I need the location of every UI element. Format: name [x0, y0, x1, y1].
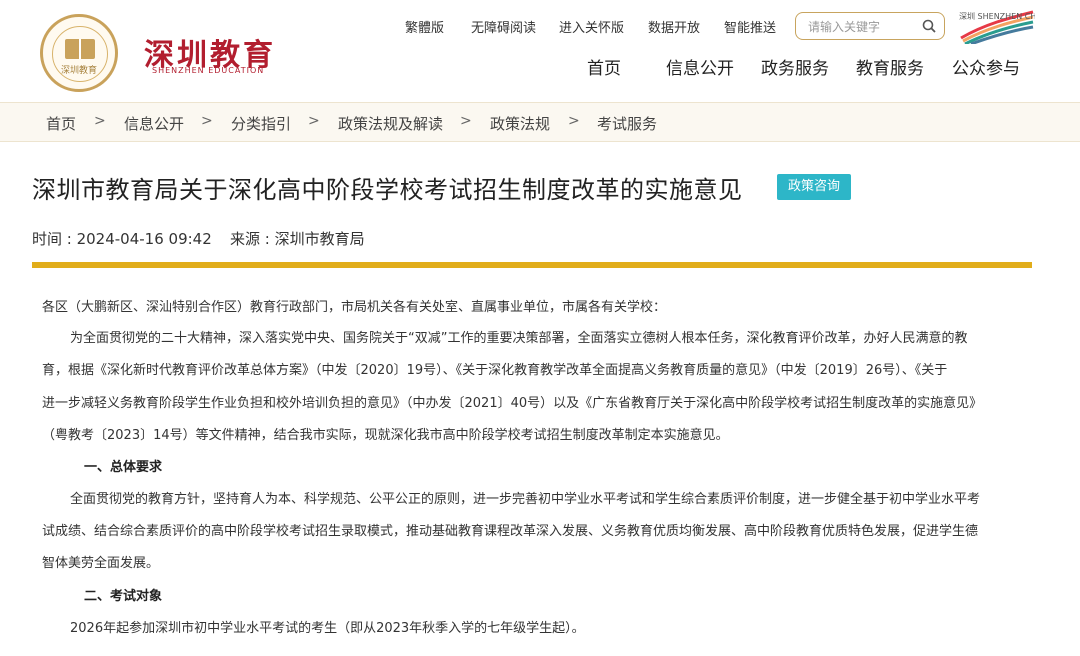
book-icon — [65, 39, 95, 59]
crumb-separator: > — [308, 113, 320, 129]
link-accessible[interactable]: 无障碍阅读 — [471, 17, 536, 36]
article-title: 深圳市教育局关于深化高中阶段学校考试招生制度改革的实施意见 — [32, 176, 743, 204]
crumb-home[interactable]: 首页 — [46, 113, 76, 134]
nav-gov-service[interactable]: 政务服务 — [761, 54, 829, 79]
crumb-policy-interpretation[interactable]: 政策法规及解读 — [338, 113, 443, 134]
emblem-text: 深圳教育 — [60, 66, 97, 76]
publish-time: 时间 : 2024-04-16 09:42 — [32, 230, 212, 248]
article-line: 进一步减轻义务教育阶段学生作业负担和校外培训负担的意见》（中办发〔2021〕40… — [42, 396, 983, 411]
logo-subtitle: SHENZHEN EDUCATION — [152, 66, 265, 75]
site-header: 深圳教育 深圳教育 SHENZHEN EDUCATION 繁體版 无障碍阅读 进… — [0, 0, 1080, 102]
logo-emblem[interactable]: 深圳教育 — [40, 14, 118, 92]
shenzhen-brand-logo[interactable]: 深圳 SHENZHEN CHINA — [957, 10, 1035, 44]
search-icon[interactable] — [922, 19, 936, 33]
section-heading: 一、总体要求 — [84, 460, 163, 475]
nav-info-public[interactable]: 信息公开 — [666, 54, 734, 79]
crumb-separator: > — [201, 113, 213, 129]
search-input[interactable] — [806, 17, 915, 37]
section-heading: 二、考试对象 — [84, 589, 163, 604]
title-divider — [32, 262, 1032, 268]
crumb-separator: > — [460, 113, 472, 129]
link-open-data[interactable]: 数据开放 — [648, 17, 700, 36]
article-line: 各区（大鹏新区、深汕特别合作区）教育行政部门，市局机关各有关处室、直属事业单位，… — [42, 300, 667, 315]
link-smart-push[interactable]: 智能推送 — [724, 17, 776, 36]
crumb-separator: > — [568, 113, 580, 129]
brand-right-text: 深圳 SHENZHEN CHINA — [959, 11, 1035, 21]
crumb-category[interactable]: 分类指引 — [231, 113, 291, 134]
crumb-exam-service[interactable]: 考试服务 — [597, 113, 657, 134]
article-source: 来源 : 深圳市教育局 — [230, 230, 365, 248]
crumb-separator: > — [94, 113, 106, 129]
article-line: 为全面贯彻党的二十大精神，深入落实党中央、国务院关于“双减”工作的重要决策部署，… — [70, 331, 968, 346]
article-line: 2026年起参加深圳市初中学业水平考试的考生（即从2023年秋季入学的七年级学生… — [70, 621, 585, 636]
link-traditional[interactable]: 繁體版 — [405, 17, 444, 36]
crumb-info-public[interactable]: 信息公开 — [124, 113, 184, 134]
nav-home[interactable]: 首页 — [587, 54, 621, 79]
article-line: 全面贯彻党的教育方针，坚持育人为本、科学规范、公平公正的原则，进一步完善初中学业… — [70, 492, 981, 507]
nav-public-participation[interactable]: 公众参与 — [952, 54, 1020, 79]
nav-edu-service[interactable]: 教育服务 — [856, 54, 924, 79]
breadcrumb: 首页 > 信息公开 > 分类指引 > 政策法规及解读 > 政策法规 > 考试服务 — [0, 102, 1080, 142]
article-line: 育，根据《深化新时代教育评价改革总体方案》（中发〔2020〕19号）、《关于深化… — [42, 363, 948, 378]
article-line: （粤教考〔2023〕14号）等文件精神，结合我市实际，现就深化我市高中阶段学校考… — [42, 428, 729, 443]
link-care-mode[interactable]: 进入关怀版 — [559, 17, 624, 36]
search-box — [795, 12, 945, 40]
article-line: 智体美劳全面发展。 — [42, 556, 160, 571]
crumb-policy[interactable]: 政策法规 — [490, 113, 550, 134]
category-tag[interactable]: 政策咨询 — [777, 174, 851, 200]
article-line: 试成绩、结合综合素质评价的高中阶段学校考试招生录取模式，推动基础教育课程改革深入… — [42, 524, 979, 539]
